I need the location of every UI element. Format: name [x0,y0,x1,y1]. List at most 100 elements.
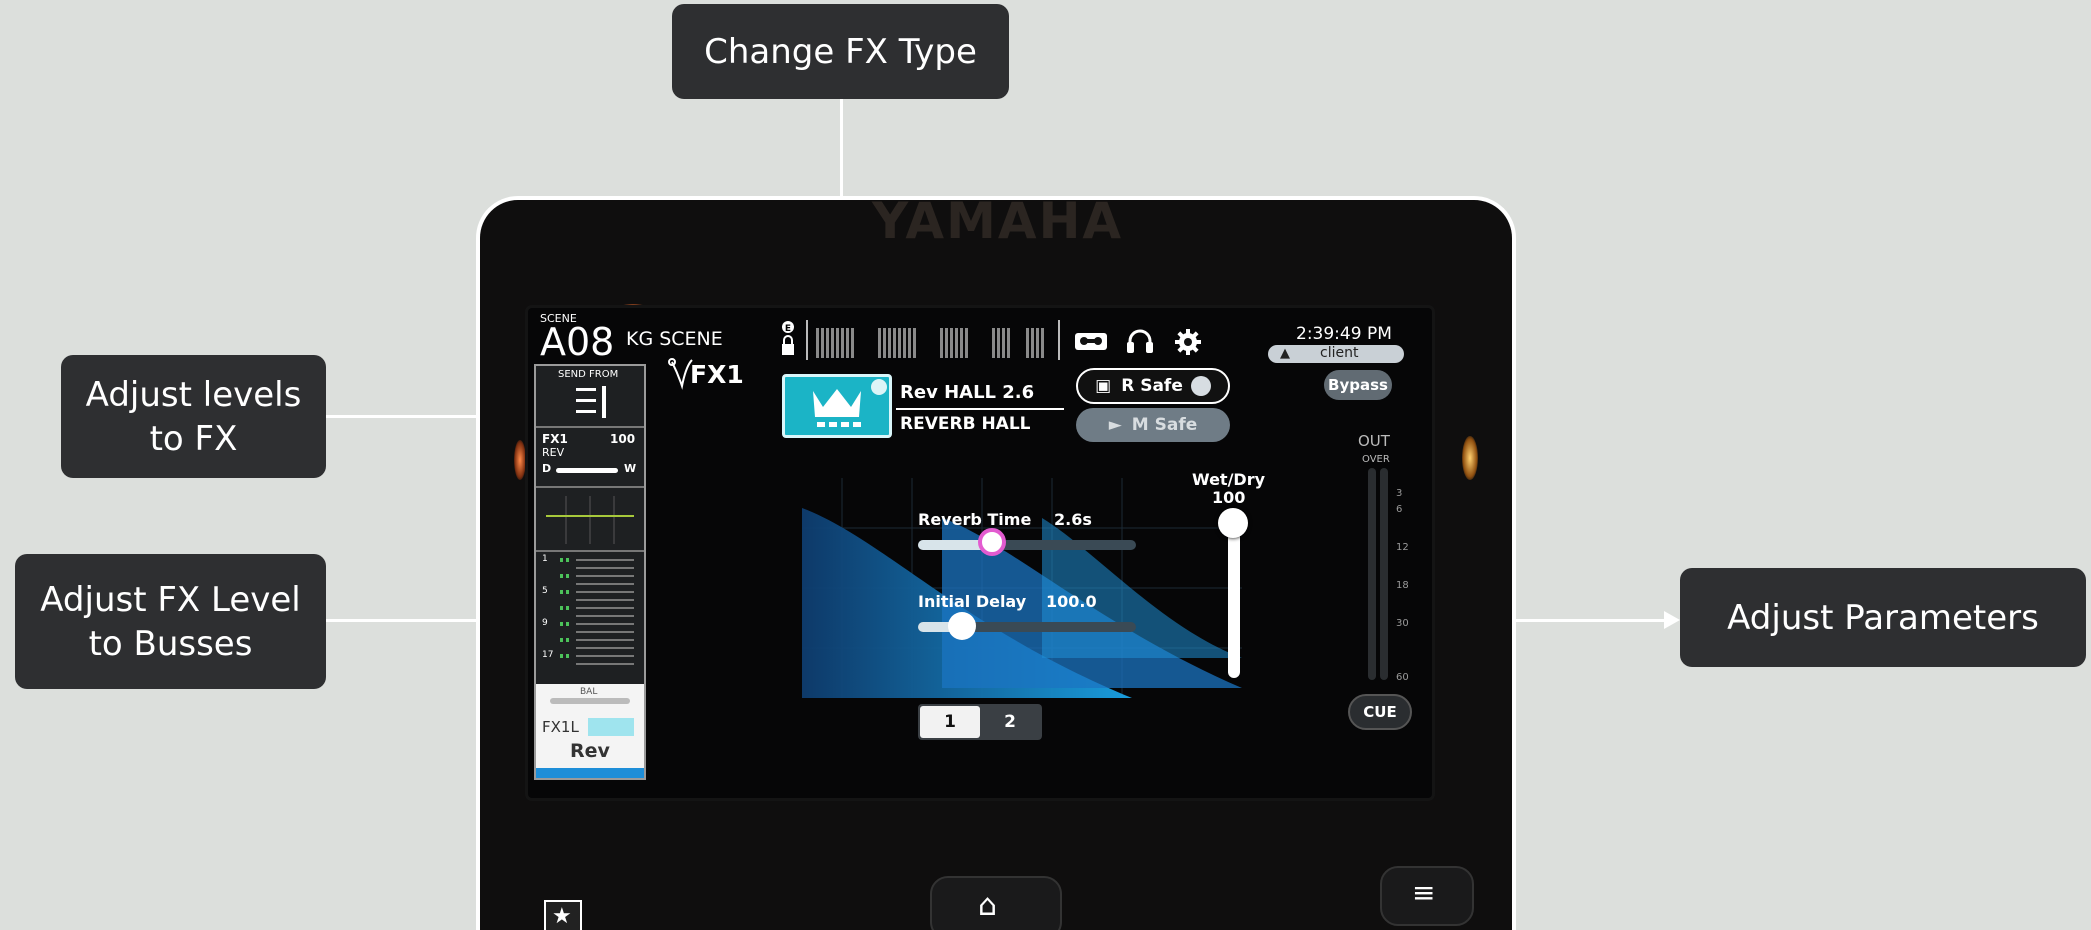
send-from-label: SEND FROM [558,369,619,380]
fx-send-value: 100 [610,432,636,446]
cue-button[interactable]: CUE [1348,694,1412,730]
fx-send-type: REV [542,446,565,459]
fx-type-button[interactable] [782,374,892,438]
bus-number: 1 [542,554,548,564]
channel-label: FX1L [542,718,579,736]
indicator-light [1462,436,1478,480]
bypass-label: Bypass [1328,376,1388,394]
meter-scale-label: 12 [1396,542,1409,553]
channel-color-chip [588,718,634,736]
page-tab-2-label: 2 [1004,712,1016,732]
mute-safe-label: M Safe [1131,415,1198,435]
meter-scale-label: 60 [1396,672,1409,683]
callout-adjust-levels-line2: to FX [149,418,238,459]
touch-screen: SCENE A08 KG SCENE E 2:39:49 PM ▲ client… [528,308,1432,798]
meter-scale-label: 30 [1396,618,1409,629]
callout-adjust-fx-level-to-busses: Adjust FX Level to Busses [15,554,326,689]
level-meters-overview[interactable] [806,320,1060,360]
star-icon[interactable]: ★ [544,900,582,930]
home-icon: ⌂ [978,888,998,923]
bus-send-meters[interactable]: 1 5 9 17 [536,552,644,680]
callout-adjust-parameters: Adjust Parameters [1680,568,2086,667]
meter-scale-label: 3 [1396,488,1403,499]
reverb-time-knob[interactable] [978,528,1006,556]
callout-adjust-levels-to-fx: Adjust levels to FX [61,355,326,478]
bal-label: BAL [580,687,598,697]
recall-safe-icon: ▣ [1095,376,1112,396]
home-button[interactable]: ⌂ [930,876,1062,930]
callout-adjust-levels-line1: Adjust levels [85,374,302,415]
callout-change-fx-type-text: Change FX Type [704,31,977,72]
brand-logo: YAMAHA [872,196,1124,250]
mixer-photo: YAMAHA SCENE A08 KG SCENE E 2:39:49 PM ▲… [476,196,1516,930]
scene-name[interactable]: KG SCENE [626,328,723,350]
page-tab-2[interactable]: 2 [980,706,1040,738]
out-label: OUT [1358,432,1390,450]
param-label: Reverb Time [918,510,1032,529]
wet-dry-knob[interactable] [1218,508,1248,538]
channel-strip: SEND FROM FX1 100 REV D W 1 5 9 17 BAL F… [534,364,646,780]
wet-dry-fader[interactable] [1228,518,1240,678]
param-value: 2.6s [1054,510,1092,529]
svg-text:E: E [785,324,791,334]
channel-color-bar [536,768,644,778]
user-icon: ▲ [1280,346,1290,361]
meter-scale-label: 6 [1396,504,1403,515]
dry-wet-bar [556,468,618,473]
fx-send-button[interactable]: FX1 100 REV D W [536,428,644,488]
scene-number[interactable]: A08 [540,320,614,364]
mute-safe-button[interactable]: ► M Safe [1076,408,1230,442]
page-tab-1[interactable]: 1 [920,706,980,738]
bus-number: 17 [542,650,554,660]
preset-divider [896,408,1064,410]
indicator-light [514,440,526,480]
recorder-icon[interactable] [1074,330,1108,356]
arrow-right-icon [1664,611,1680,629]
gear-icon[interactable] [1174,328,1202,360]
param-value: 100.0 [1046,592,1097,611]
fx-send-name: FX1 [542,432,568,446]
menu-button[interactable]: ≡ [1380,866,1474,926]
eq-display[interactable] [536,488,644,552]
out-meter [1368,468,1390,680]
dry-label: D [542,462,552,475]
over-label: OVER [1362,454,1390,465]
channel-name-box[interactable]: BAL FX1L Rev [536,684,644,778]
fx-preset-type: REVERB HALL [900,414,1031,434]
bypass-button[interactable]: Bypass [1324,370,1392,400]
bus-number: 5 [542,586,548,596]
send-from-button[interactable]: SEND FROM [536,366,644,428]
send-from-icon [574,384,608,424]
recall-safe-label: R Safe [1121,376,1183,396]
balance-knob[interactable] [550,698,630,704]
link-icon [1190,376,1211,396]
mute-safe-icon: ► [1108,415,1122,435]
callout-adjust-fx-level-line2: to Busses [88,623,253,664]
page-tabs: 1 2 [918,704,1042,740]
user-badge[interactable]: ▲ client [1268,345,1404,363]
headphones-icon[interactable] [1126,328,1154,358]
wet-label: W [624,462,637,475]
user-name: client [1320,345,1359,361]
lock-icon[interactable]: E [780,320,796,358]
clock: 2:39:49 PM [1296,324,1392,344]
wet-dry-value: 100 [1212,488,1246,507]
bus-number: 9 [542,618,548,628]
callout-change-fx-type: Change FX Type [672,4,1009,99]
fx-preset-name[interactable]: Rev HALL 2.6 [900,382,1034,403]
menu-icon: ≡ [1412,876,1436,909]
edit-icon[interactable] [871,379,887,395]
callout-adjust-fx-level-line1: Adjust FX Level [40,579,301,620]
meter-scale-label: 18 [1396,580,1409,591]
recall-safe-button[interactable]: ▣ R Safe [1076,368,1230,404]
channel-name: Rev [570,740,610,762]
out-meter-right [1380,468,1388,680]
page-tab-1-label: 1 [944,712,956,732]
fx-title: FX1 [690,360,744,389]
initial-delay-knob[interactable] [948,612,976,640]
cue-label: CUE [1363,703,1397,721]
wet-dry-label: Wet/Dry [1192,470,1266,489]
out-meter-left [1368,468,1376,680]
param-label: Initial Delay [918,592,1027,611]
callout-adjust-parameters-text: Adjust Parameters [1727,597,2039,638]
